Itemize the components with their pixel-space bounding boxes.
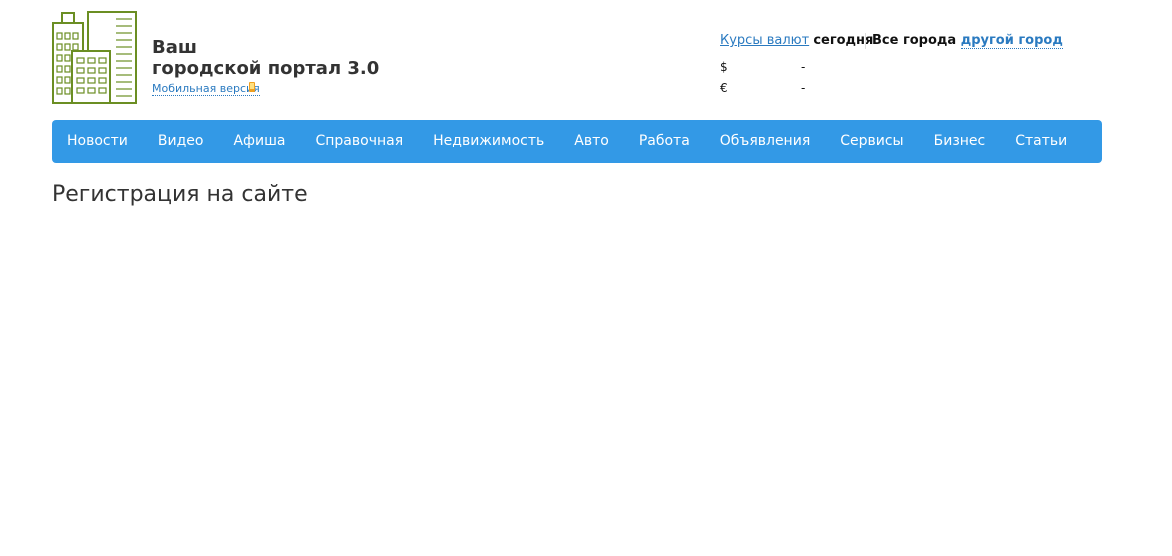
eur-rate-value: -	[801, 81, 806, 95]
nav-item-events[interactable]: Афиша	[218, 120, 300, 163]
all-cities-label: Все города	[872, 33, 957, 48]
currency-rates-header: Курсы валют сегодня	[720, 33, 873, 49]
eur-symbol: €	[720, 81, 728, 95]
nav-item-auto[interactable]: Авто	[559, 120, 624, 163]
site-title-line2: городской портал 3.0	[152, 58, 380, 79]
nav-item-articles[interactable]: Статьи	[1000, 120, 1082, 163]
nav-item-news[interactable]: Новости	[52, 120, 143, 163]
nav-item-video[interactable]: Видео	[143, 120, 219, 163]
nav-item-directory[interactable]: Справочная	[300, 120, 418, 163]
mobile-phone-icon	[249, 82, 255, 92]
main-navigation: Новости Видео Афиша Справочная Недвижимо…	[52, 120, 1102, 163]
nav-item-jobs[interactable]: Работа	[624, 120, 705, 163]
header-divider	[865, 33, 866, 49]
nav-item-services[interactable]: Сервисы	[825, 120, 918, 163]
usd-rate-value: -	[801, 60, 806, 74]
nav-item-business[interactable]: Бизнес	[919, 120, 1001, 163]
site-title[interactable]: Ваш городской портал 3.0	[152, 37, 379, 79]
nav-item-real-estate[interactable]: Недвижимость	[418, 120, 559, 163]
usd-symbol: $	[720, 60, 728, 74]
nav-item-classifieds[interactable]: Объявления	[705, 120, 825, 163]
city-selector: Все города другой город	[872, 33, 1063, 49]
mobile-version-link[interactable]: Мобильная версия	[152, 82, 260, 96]
page-title: Регистрация на сайте	[52, 182, 308, 207]
site-title-line1: Ваш	[152, 37, 197, 58]
currency-rates-link[interactable]: Курсы валют	[720, 33, 809, 48]
city-buildings-icon[interactable]	[52, 11, 138, 105]
other-city-link[interactable]: другой город	[960, 33, 1063, 49]
